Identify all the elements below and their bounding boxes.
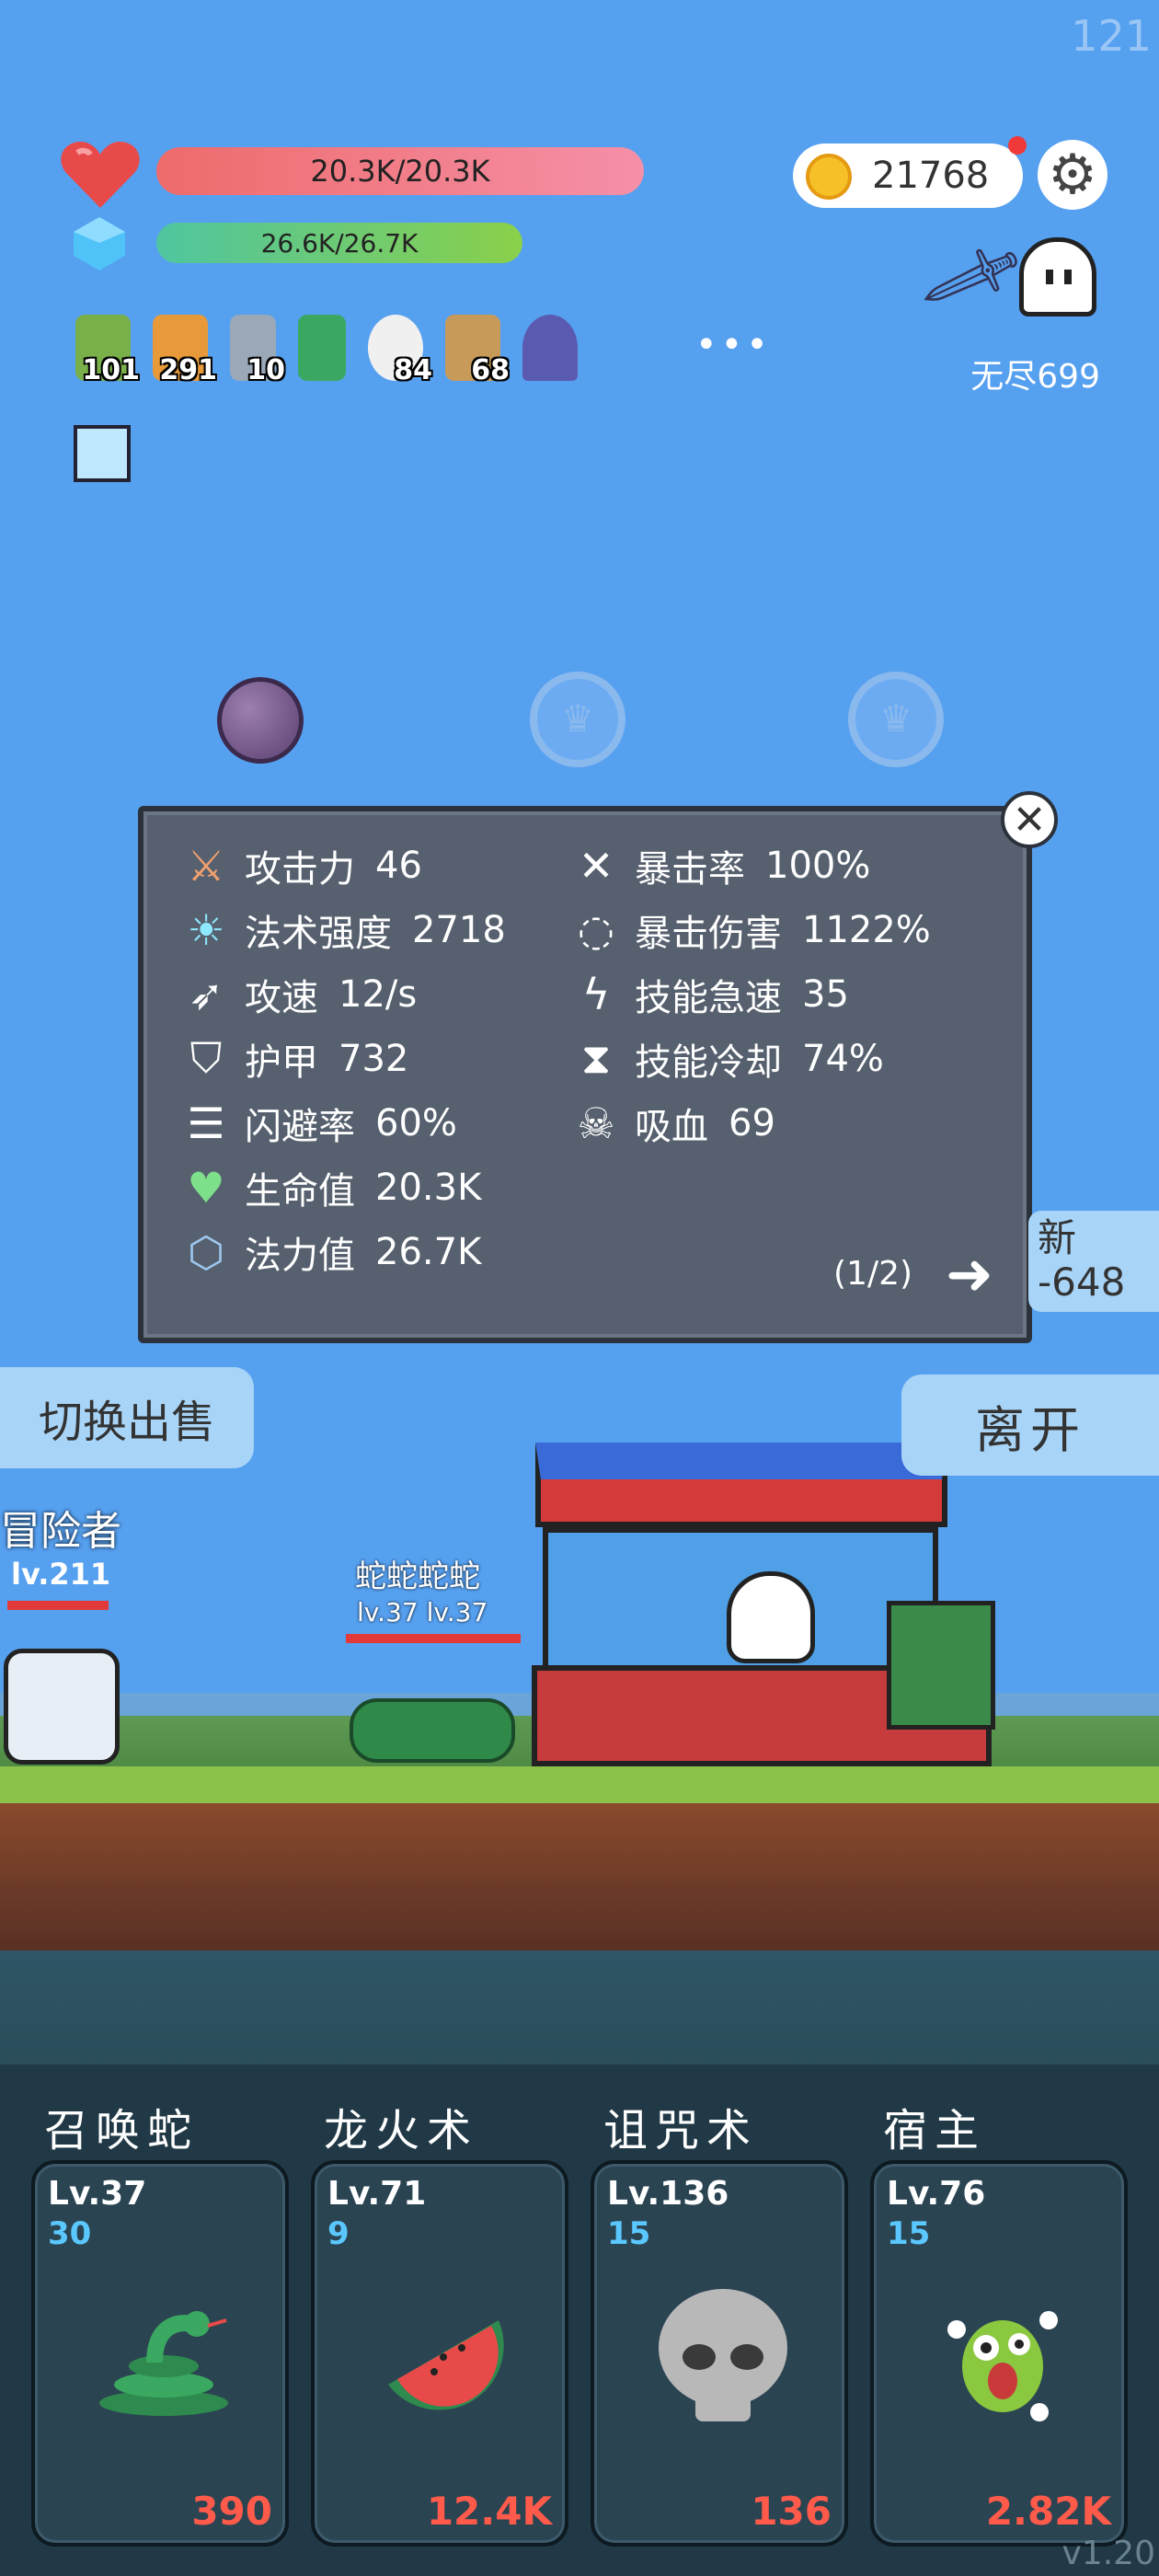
lightning-icon: ϟ [581, 970, 611, 1019]
stat-dodge: ☰ 闪避率 60% [180, 1097, 457, 1150]
new-badge[interactable]: 新 -648 [1028, 1211, 1159, 1312]
stat-crit-rate: ✕ 暴击率 100% [570, 839, 871, 892]
skill-title: 召唤蛇 [44, 2105, 200, 2156]
skull-icon [649, 2283, 797, 2431]
inventory-bar: 101 291 10 84 68 [75, 315, 578, 386]
snake-hp-bar [346, 1634, 521, 1643]
stat-attack: ⚔ 攻击力 46 [180, 839, 422, 892]
monster-icon [929, 2283, 1076, 2431]
watermelon-icon [370, 2283, 517, 2431]
dodge-icon: ☰ [187, 1098, 225, 1148]
adventurer-player [4, 1649, 120, 1765]
stat-attack-speed: ➶ 攻速 12/s [180, 968, 418, 1021]
shield-icon: ⛉ [189, 1033, 223, 1083]
skill-card-curse[interactable]: Lv.136 15 136 [591, 2160, 848, 2547]
skill-card-dragon-fire[interactable]: Lv.71 9 12.4K [311, 2160, 568, 2547]
snake-label: 蛇蛇蛇蛇 [355, 1558, 480, 1595]
hp-bar: 20.3K/20.3K [156, 147, 644, 195]
stat-spell-power: ☀ 法术强度 2718 [180, 903, 505, 957]
book-icon[interactable]: 291 [153, 315, 217, 386]
shopkeeper[interactable] [727, 1571, 815, 1663]
endless-level: 无尽699 [970, 358, 1100, 396]
dagger-icon[interactable]: 10 [230, 315, 285, 386]
sword-icon[interactable]: 🗡 [913, 222, 1030, 334]
empty-slot-crown-icon[interactable]: ♛ [530, 672, 625, 767]
flower-icon[interactable]: 84 [368, 315, 432, 386]
stat-armor: ⛉ 护甲 732 [180, 1032, 409, 1086]
skill-title: 诅咒术 [603, 2105, 759, 2156]
zombie-enemy [887, 1601, 995, 1730]
grass-ground [0, 1766, 1159, 1803]
coin-icon [806, 154, 852, 200]
adventurer-level: lv.211 [11, 1557, 111, 1592]
gold-counter[interactable]: 21768 [793, 144, 1023, 208]
lightbulb-icon[interactable] [74, 425, 131, 482]
leave-button[interactable]: 离开 [901, 1374, 1159, 1476]
heart-icon: ♥ [187, 1163, 225, 1213]
gold-value: 21768 [872, 155, 990, 197]
version-label: v1.20 [1061, 2535, 1155, 2572]
hexagon-icon: ⬡ [187, 1227, 225, 1277]
stat-lifesteal: ☠ 吸血 69 [570, 1097, 775, 1150]
page-indicator: (1/2) [833, 1255, 913, 1293]
bow-icon[interactable]: 68 [445, 315, 510, 386]
crit-icon: ✕ [578, 841, 614, 891]
stat-skill-haste: ϟ 技能急速 35 [570, 968, 849, 1021]
close-button[interactable]: ✕ [1001, 791, 1058, 848]
stat-health: ♥ 生命值 20.3K [180, 1161, 481, 1214]
dirt-layer [0, 1803, 1159, 1950]
skull-icon: ☠ [577, 1098, 615, 1148]
settings-gear-icon[interactable]: ⚙ [1038, 140, 1107, 210]
snake-icon [90, 2283, 237, 2431]
crit-damage-icon: ◌ [577, 905, 615, 955]
mp-bar: 26.6K/26.7K [156, 223, 522, 263]
mana-crystal-icon [72, 215, 127, 272]
snake-level: lv.37 lv.37 [357, 1597, 488, 1627]
water-layer [0, 1950, 1159, 2079]
apple-icon[interactable] [217, 677, 304, 764]
empty-slot-crown-icon[interactable]: ♛ [848, 672, 944, 767]
hourglass-icon: ⧗ [580, 1033, 612, 1083]
switch-sell-button[interactable]: 切换出售 [0, 1367, 254, 1468]
axe-icon: ⚔ [187, 841, 225, 891]
skill-card-summon-snake[interactable]: Lv.37 30 390 [31, 2160, 289, 2547]
ghost-icon[interactable] [1019, 237, 1096, 316]
more-items-button[interactable]: ••• [695, 324, 772, 366]
shop-stall-roof [535, 1443, 947, 1527]
skill-title: 宿主 [883, 2105, 987, 2156]
heart-icon [59, 138, 142, 212]
notification-dot [1008, 136, 1027, 155]
stat-mana: ⬡ 法力值 26.7K [180, 1225, 481, 1279]
next-page-arrow-icon[interactable]: ➜ [946, 1240, 993, 1307]
potion-icon[interactable]: 101 [75, 315, 140, 386]
fps-counter: 121 [1071, 11, 1152, 61]
skill-card-host[interactable]: Lv.76 15 2.82K [870, 2160, 1128, 2547]
adventurer-label: 冒险者 [0, 1508, 121, 1555]
wizard-hat-icon[interactable] [522, 315, 578, 381]
adventurer-hp-bar [7, 1601, 109, 1610]
snake-minions [350, 1698, 515, 1763]
scroll-icon[interactable] [298, 315, 346, 381]
skill-title: 龙火术 [324, 2105, 479, 2156]
stat-cooldown: ⧗ 技能冷却 74% [570, 1032, 884, 1086]
sun-icon: ☀ [187, 905, 225, 955]
stat-crit-damage: ◌ 暴击伤害 1122% [570, 903, 931, 957]
crossbow-icon: ➶ [188, 970, 224, 1019]
